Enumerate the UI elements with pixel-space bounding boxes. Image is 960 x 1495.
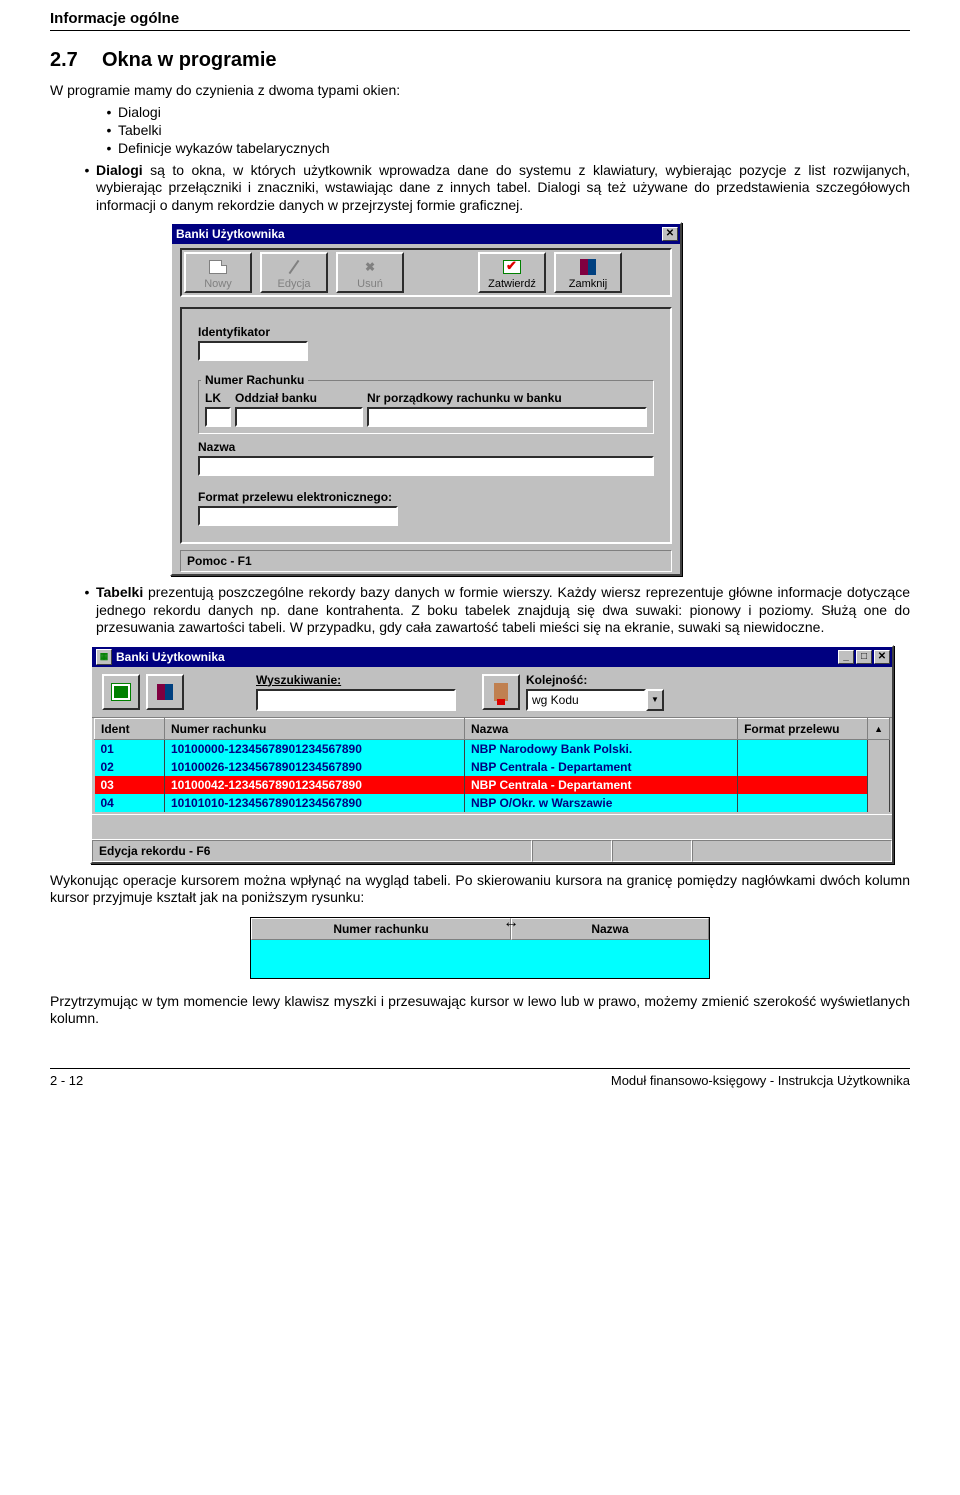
nazwa-field[interactable] — [198, 456, 654, 476]
check-icon — [503, 260, 521, 274]
new-button[interactable]: Nowy — [184, 252, 252, 293]
nr-porz-field[interactable] — [367, 407, 647, 427]
table-row[interactable]: 0410101010-12345678901234567890NBP O/Okr… — [95, 794, 890, 812]
tablewin-screenshot: ▦ Banki Użytkownika _ □ ✕ Wyszukiwanie: … — [90, 645, 910, 864]
numer-rachunku-label: Numer Rachunku — [201, 373, 308, 387]
section-title: 2.7Okna w programie — [50, 49, 910, 72]
oddzial-field[interactable] — [235, 407, 363, 427]
section-name: Okna w programie — [102, 49, 277, 71]
bullet-item: Dialogi — [118, 104, 161, 120]
dialog-form: Identyfikator Numer Rachunku LK Oddział … — [180, 307, 672, 544]
order-select[interactable] — [526, 689, 646, 711]
drag-col-nazwa: Nazwa — [511, 918, 709, 940]
resize-cursor-icon: ↔ — [503, 914, 519, 932]
dialog-screenshot: Banki Użytkownika ✕ Nowy Edycja ✖Usuń Za… — [170, 222, 910, 576]
footer-right: Moduł finansowo-księgowy - Instrukcja Uż… — [611, 1073, 910, 1088]
lk-field[interactable] — [205, 407, 231, 427]
para-tabelki-lead: Tabelki — [96, 584, 143, 600]
para-dialogi: Dialogi są to okna, w których użytkownik… — [96, 162, 910, 215]
pencil-icon — [289, 260, 300, 274]
brush-button[interactable] — [482, 674, 520, 710]
order-label: Kolejność: — [526, 673, 686, 687]
data-grid: Ident Numer rachunku Nazwa Format przele… — [94, 718, 890, 812]
col-format[interactable]: Format przelewu — [738, 718, 868, 739]
scroll-up-icon[interactable]: ▲ — [868, 718, 890, 739]
table-row[interactable]: 0110100000-12345678901234567890NBP Narod… — [95, 739, 890, 758]
tablewin-statusbar: Edycja rekordu - F6 — [92, 839, 892, 862]
format-label: Format przelewu elektronicznego: — [198, 490, 654, 504]
intro-text: W programie mamy do czynienia z dwoma ty… — [50, 82, 910, 100]
header-drag-figure: Numer rachunku Nazwa ↔ — [250, 917, 910, 979]
page-footer: 2 - 12 Moduł finansowo-księgowy - Instru… — [50, 1068, 910, 1088]
door-icon — [580, 259, 596, 275]
nazwa-label: Nazwa — [198, 440, 654, 454]
status-text: Edycja rekordu - F6 — [92, 840, 532, 862]
close-button[interactable]: Zamknij — [554, 252, 622, 293]
delete-button[interactable]: ✖Usuń — [336, 252, 404, 293]
identyfikator-field[interactable] — [198, 341, 308, 361]
intro-bullets: •Dialogi •Tabelki •Definicje wykazów tab… — [50, 104, 910, 156]
x-icon: ✖ — [365, 260, 375, 274]
search-label: Wyszukiwanie: — [256, 673, 476, 687]
oddzial-label: Oddział banku — [235, 391, 363, 405]
lk-label: LK — [205, 391, 231, 405]
para-dialogi-block: • Dialogi są to okna, w których użytkown… — [50, 162, 910, 215]
para-last: Przytrzymując w tym momencie lewy klawis… — [50, 993, 910, 1028]
dialog-title: Banki Użytkownika — [176, 227, 660, 241]
bullet-item: Definicje wykazów tabelarycznych — [118, 140, 330, 156]
tablewin-title: Banki Użytkownika — [116, 650, 836, 664]
chevron-down-icon[interactable]: ▼ — [646, 689, 664, 711]
doc-header: Informacje ogólne — [50, 10, 910, 31]
grid-button[interactable] — [102, 674, 140, 710]
app-icon: ▦ — [96, 649, 112, 665]
bullet-item: Tabelki — [118, 122, 162, 138]
dialog-toolbar: Nowy Edycja ✖Usuń Zatwierdź Zamknij — [180, 248, 672, 297]
minimize-icon[interactable]: _ — [838, 650, 854, 664]
section-number: 2.7 — [50, 49, 102, 72]
search-input[interactable] — [256, 689, 456, 711]
close-icon[interactable]: ✕ — [662, 227, 678, 241]
col-numer[interactable]: Numer rachunku — [165, 718, 465, 739]
grid-icon — [111, 683, 131, 701]
para-after-table: Wykonując operacje kursorem można wpłyną… — [50, 872, 910, 907]
door-button[interactable] — [146, 674, 184, 710]
brush-icon — [494, 683, 508, 701]
para-dialogi-lead: Dialogi — [96, 162, 143, 178]
drag-col-numer: Numer rachunku — [251, 918, 511, 940]
sheet-icon — [209, 260, 227, 274]
page-number: 2 - 12 — [50, 1073, 83, 1088]
para-tabelki-block: • Tabelki prezentują poszczególne rekord… — [50, 584, 910, 637]
edit-button[interactable]: Edycja — [260, 252, 328, 293]
col-ident[interactable]: Ident — [95, 718, 165, 739]
table-row[interactable]: 0210100026-12345678901234567890NBP Centr… — [95, 758, 890, 776]
tablewin-titlebar[interactable]: ▦ Banki Użytkownika _ □ ✕ — [92, 647, 892, 667]
close-icon[interactable]: ✕ — [874, 650, 890, 664]
dialog-titlebar[interactable]: Banki Użytkownika ✕ — [172, 224, 680, 244]
dialog-statusbar: Pomoc - F1 — [180, 550, 672, 572]
nr-porz-label: Nr porządkowy rachunku w banku — [367, 391, 647, 405]
tablewin-toolbar: Wyszukiwanie: Kolejność: ▼ — [92, 667, 892, 718]
col-nazwa[interactable]: Nazwa — [465, 718, 738, 739]
door-icon — [157, 684, 173, 700]
confirm-button[interactable]: Zatwierdź — [478, 252, 546, 293]
format-field[interactable] — [198, 506, 398, 526]
para-tabelki: Tabelki prezentują poszczególne rekordy … — [96, 584, 910, 637]
numer-rachunku-group: Numer Rachunku LK Oddział banku Nr porzą… — [198, 373, 654, 434]
identyfikator-label: Identyfikator — [198, 325, 654, 339]
table-row[interactable]: 0310100042-12345678901234567890NBP Centr… — [95, 776, 890, 794]
maximize-icon[interactable]: □ — [856, 650, 872, 664]
